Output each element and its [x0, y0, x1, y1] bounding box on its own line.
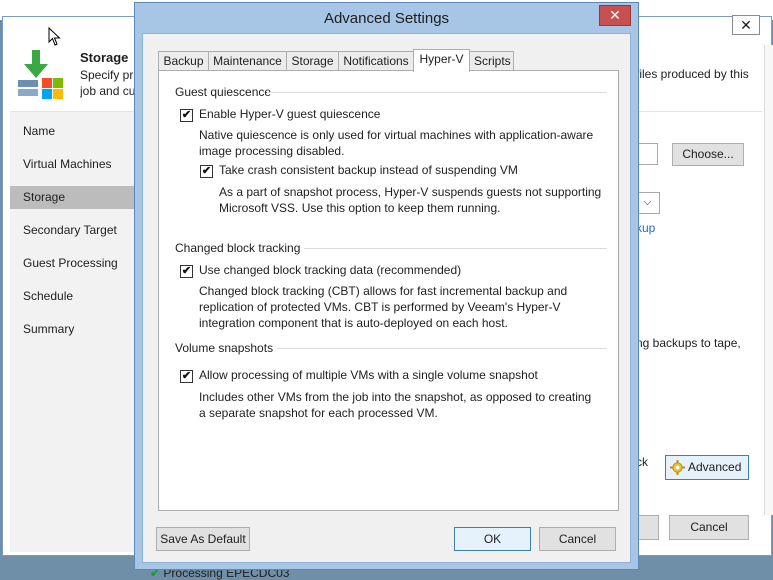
repository-path-input[interactable] [636, 143, 658, 165]
tab-notifications[interactable]: Notifications [338, 51, 414, 71]
enable-quiescence-checkbox[interactable]: ✔ [180, 109, 193, 122]
section-divider [277, 348, 607, 349]
nav-item-schedule[interactable]: Schedule [10, 285, 134, 308]
wizard-title: Storage [80, 50, 129, 65]
storage-wizard-icon [18, 50, 63, 99]
crash-consistent-description: As a part of snapshot process, Hyper-V s… [219, 185, 602, 215]
hyper-v-tab-panel: Guest quiescence ✔ Enable Hyper-V guest … [158, 70, 619, 511]
cbt-description: Changed block tracking (CBT) allows for … [199, 284, 568, 330]
section-title-volume-snapshots: Volume snapshots [175, 341, 274, 355]
section-divider [304, 248, 607, 249]
section-title-changed-block-tracking: Changed block tracking [175, 241, 301, 255]
section-divider [267, 92, 607, 93]
volume-snapshot-label: Allow processing of multiple VMs with a … [199, 368, 538, 382]
mouse-cursor-icon [48, 27, 61, 46]
choose-button[interactable]: Choose... [672, 143, 744, 166]
volume-snapshot-description: Includes other VMs from the job into the… [199, 390, 592, 420]
tab-backup[interactable]: Backup [158, 51, 209, 71]
tape-option-text: ng backups to tape, [636, 336, 741, 350]
dialog-close-button[interactable]: ✕ [599, 5, 631, 26]
nav-item-guest-processing[interactable]: Guest Processing [10, 252, 134, 275]
cbt-label: Use changed block tracking data (recomme… [199, 263, 462, 277]
wizard-description-right: files produced by this [636, 67, 749, 81]
advanced-button[interactable]: Advanced [665, 455, 749, 480]
nav-item-secondary-target[interactable]: Secondary Target [10, 219, 134, 242]
tab-hyper-v[interactable]: Hyper-V [413, 49, 470, 72]
crash-consistent-checkbox[interactable]: ✔ [200, 165, 213, 178]
dialog-body: Backup Maintenance Storage Notifications… [142, 33, 631, 563]
ok-button[interactable]: OK [454, 527, 531, 551]
wizard-close-button[interactable]: ✕ [732, 15, 760, 35]
volume-snapshot-checkbox[interactable]: ✔ [180, 370, 193, 383]
cancel-button[interactable]: Cancel [539, 527, 616, 551]
gear-icon [670, 460, 685, 475]
dialog-title: Advanced Settings [323, 10, 450, 27]
tab-scripts[interactable]: Scripts [469, 51, 514, 71]
section-title-guest-quiescence: Guest quiescence [175, 85, 272, 99]
advanced-settings-dialog: Advanced Settings ✕ Backup Maintenance S… [134, 2, 639, 570]
tab-storage[interactable]: Storage [286, 51, 339, 71]
background-window-edge [764, 45, 773, 515]
wizard-finish-button-partial[interactable] [636, 515, 659, 540]
repository-select[interactable]: ⌵ [636, 192, 660, 214]
nav-item-name[interactable]: Name [10, 120, 134, 143]
nav-item-storage[interactable]: Storage [10, 186, 134, 209]
crash-consistent-label: Take crash consistent backup instead of … [219, 163, 518, 177]
cbt-checkbox[interactable]: ✔ [180, 265, 193, 278]
nav-item-summary[interactable]: Summary [10, 318, 134, 341]
save-as-default-button[interactable]: Save As Default [156, 527, 250, 551]
tab-maintenance[interactable]: Maintenance [208, 51, 287, 71]
wizard-cancel-button[interactable]: Cancel [669, 515, 749, 540]
wizard-nav: Name Virtual Machines Storage Secondary … [10, 112, 134, 552]
wizard-description: Specify pro job and cu [80, 68, 140, 98]
enable-quiescence-label: Enable Hyper-V guest quiescence [199, 107, 381, 121]
nav-item-virtual-machines[interactable]: Virtual Machines [10, 153, 134, 176]
enable-quiescence-description: Native quiescence is only used for virtu… [199, 128, 594, 158]
